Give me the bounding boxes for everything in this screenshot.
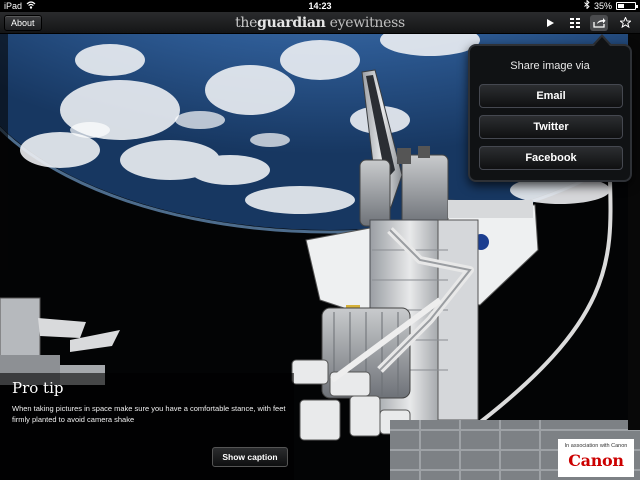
canon-sponsor-badge[interactable]: In association with Canon Canon	[558, 439, 634, 477]
logo-brand: guardian	[257, 15, 326, 31]
status-bar: iPad 14:23 35%	[0, 0, 640, 12]
battery-level	[618, 4, 625, 8]
share-popover-title: Share image via	[510, 60, 590, 72]
sponsor-association-text: In association with Canon	[564, 443, 628, 449]
share-popover: Share image via Email Twitter Facebook	[468, 44, 632, 182]
play-icon[interactable]	[541, 15, 559, 31]
share-facebook-button[interactable]: Facebook	[479, 146, 623, 170]
battery-percent: 35%	[593, 1, 612, 11]
app-toolbar: About theguardian eyewitness	[0, 12, 640, 34]
share-icon[interactable]	[590, 15, 608, 31]
popover-arrow-inner	[594, 37, 610, 46]
status-time: 14:23	[308, 1, 332, 11]
logo-suffix: eyewitness	[325, 15, 406, 31]
share-email-button[interactable]: Email	[479, 84, 623, 108]
share-twitter-button[interactable]: Twitter	[479, 115, 623, 139]
caption-panel: Pro tip When taking pictures in space ma…	[0, 373, 294, 480]
star-icon[interactable]	[616, 15, 634, 31]
show-caption-button[interactable]: Show caption	[212, 447, 288, 467]
logo-prefix: the	[235, 15, 258, 31]
bluetooth-icon	[584, 0, 590, 12]
caption-text: When taking pictures in space make sure …	[12, 404, 286, 424]
caption-title: Pro tip	[12, 379, 64, 397]
battery-icon	[616, 2, 638, 10]
canon-logo: Canon	[568, 451, 624, 470]
grid-icon[interactable]	[566, 15, 584, 31]
